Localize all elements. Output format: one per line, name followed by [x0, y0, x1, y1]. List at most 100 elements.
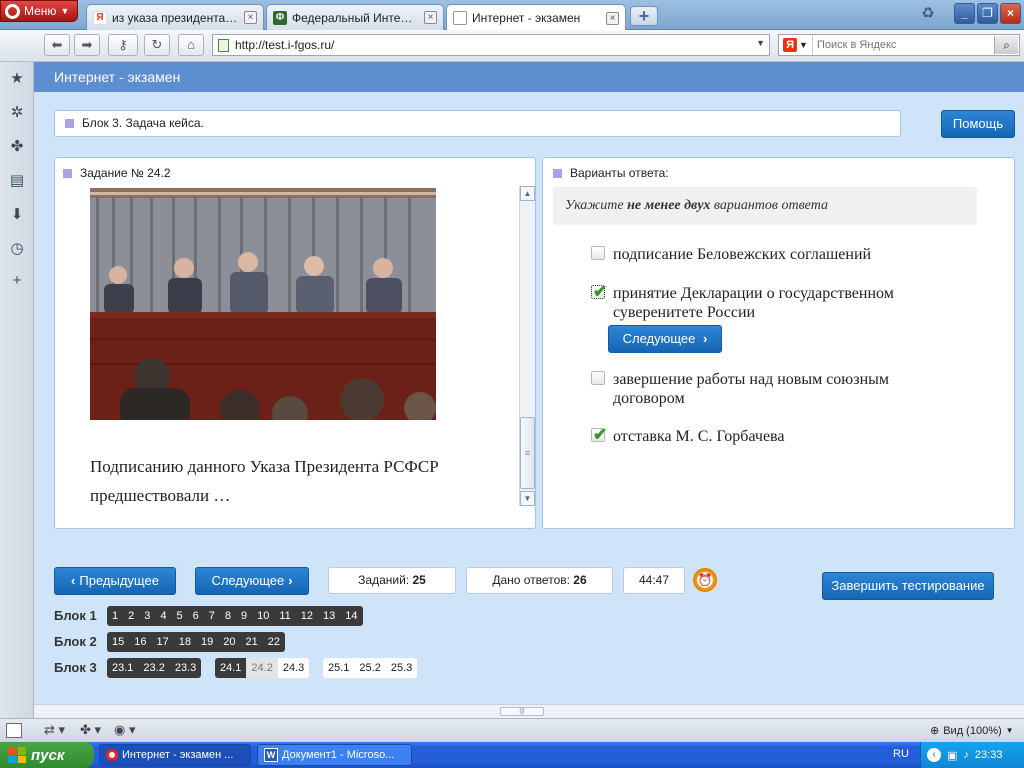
- task-chip-13[interactable]: 13: [318, 606, 341, 626]
- task-chip-24-2-current[interactable]: 24.2: [246, 658, 278, 678]
- reload-button[interactable]: ↻: [144, 34, 170, 56]
- notes-icon[interactable]: ▤: [8, 172, 26, 190]
- task-chip-3[interactable]: 3: [139, 606, 156, 626]
- task-chip-23-2[interactable]: 23.2: [138, 658, 170, 678]
- browser-tab-2[interactable]: Ф Федеральный Интерне... ×: [266, 4, 444, 30]
- windows-logo-icon: [8, 747, 26, 763]
- task-chip-1[interactable]: 1: [107, 606, 124, 626]
- task-chip-7[interactable]: 7: [203, 606, 220, 626]
- search-engine-selector[interactable]: Я ▼: [779, 35, 813, 55]
- turbo-icon[interactable]: ◉ ▾: [114, 722, 135, 738]
- forward-button[interactable]: ➡: [74, 34, 100, 56]
- answer-option-2[interactable]: ✔ принятие Декларации о государственном …: [591, 283, 921, 322]
- sync-icon[interactable]: ⇄ ▾: [44, 722, 65, 738]
- scroll-thumb[interactable]: |||: [500, 707, 544, 716]
- answer-option-3[interactable]: завершение работы над новым союзным дого…: [591, 370, 921, 408]
- answer-option-4[interactable]: ✔ отставка М. С. Горбачева: [591, 426, 921, 446]
- home-button[interactable]: ⌂: [178, 34, 204, 56]
- photo-illustration: [90, 188, 436, 420]
- browser-tab-1[interactable]: Я из указа президента р... ×: [86, 4, 264, 30]
- task-chip-24-3[interactable]: 24.3: [277, 658, 310, 678]
- volume-icon[interactable]: ♪: [963, 749, 969, 761]
- finish-test-button[interactable]: Завершить тестирование: [822, 572, 994, 600]
- url-field[interactable]: http://test.i-fgos.ru/ ▼: [212, 34, 770, 56]
- task-chip-18[interactable]: 18: [173, 632, 196, 652]
- next-button[interactable]: Следующее ›: [195, 567, 309, 595]
- new-tab-button[interactable]: +: [630, 6, 658, 26]
- alarm-clock-icon: ⏰: [693, 568, 717, 592]
- help-button[interactable]: Помощь: [941, 110, 1015, 138]
- answer-option-1[interactable]: подписание Беловежских соглашений: [591, 245, 921, 264]
- scroll-down-icon[interactable]: ▼: [520, 491, 535, 506]
- downloads-icon[interactable]: ⬇: [8, 206, 26, 224]
- search-icon[interactable]: ⌕: [994, 36, 1018, 54]
- task-chip-14[interactable]: 14: [340, 606, 363, 626]
- zoom-control[interactable]: ⊕ Вид (100%) ▼: [930, 724, 1014, 738]
- taskbar-task-word[interactable]: W Документ1 - Microso...: [257, 744, 412, 766]
- task-chip-25-3[interactable]: 25.3: [385, 658, 418, 678]
- answer-checkbox[interactable]: [591, 371, 605, 385]
- question-text: Подписанию данного Указа Президента РСФС…: [90, 457, 439, 505]
- task-chip-17[interactable]: 17: [151, 632, 174, 652]
- task-chip-9[interactable]: 9: [236, 606, 253, 626]
- task-chip-19[interactable]: 19: [196, 632, 219, 652]
- bookmarks-icon[interactable]: ★: [8, 70, 26, 88]
- start-button[interactable]: пуск: [0, 742, 94, 768]
- close-tab-icon[interactable]: ×: [606, 11, 619, 25]
- task-chip-16[interactable]: 16: [129, 632, 152, 652]
- unite-icon[interactable]: ✤ ▾: [80, 722, 101, 738]
- previous-button[interactable]: ‹ Предыдущее: [54, 567, 176, 595]
- back-button[interactable]: ⬅: [44, 34, 70, 56]
- add-panel-icon[interactable]: +: [8, 272, 26, 290]
- minimize-button[interactable]: _: [954, 3, 975, 24]
- task-chip-24-1[interactable]: 24.1: [215, 658, 247, 678]
- task-chip-6[interactable]: 6: [187, 606, 204, 626]
- close-window-button[interactable]: ×: [1000, 3, 1021, 24]
- key-icon[interactable]: ⚷: [108, 34, 138, 56]
- task-chip-25-1[interactable]: 25.1: [323, 658, 355, 678]
- history-icon[interactable]: ◷: [8, 240, 26, 258]
- next-question-inline-button[interactable]: Следующее ›: [608, 325, 722, 353]
- task-chip-15[interactable]: 15: [107, 632, 130, 652]
- language-indicator[interactable]: RU: [893, 748, 909, 760]
- chevron-down-icon[interactable]: ▼: [756, 38, 765, 48]
- trash-icon[interactable]: ♻: [918, 4, 938, 26]
- task-title-row: Задание № 24.2: [63, 166, 171, 180]
- task-chip-25-2[interactable]: 25.2: [354, 658, 386, 678]
- task-chip-5[interactable]: 5: [171, 606, 188, 626]
- button-label: Следующее: [211, 573, 285, 588]
- search-input[interactable]: [813, 39, 983, 51]
- task-chip-23-3[interactable]: 23.3: [169, 658, 202, 678]
- site-favicon-icon: Ф: [273, 10, 287, 25]
- task-chip-20[interactable]: 20: [218, 632, 241, 652]
- answer-checkbox[interactable]: ✔: [591, 426, 607, 444]
- tray-arrow-icon[interactable]: ‹: [927, 748, 941, 762]
- answer-checkbox[interactable]: [591, 246, 605, 260]
- opera-menu-button[interactable]: Меню ▼: [0, 0, 78, 22]
- panel-toggle-icon[interactable]: [6, 723, 22, 738]
- task-chip-2[interactable]: 2: [123, 606, 140, 626]
- task-chip-12[interactable]: 12: [295, 606, 319, 626]
- browser-tab-3-active[interactable]: Интернет - экзамен ×: [446, 4, 626, 31]
- task-chip-8[interactable]: 8: [219, 606, 236, 626]
- maximize-button[interactable]: ❐: [977, 3, 998, 24]
- task-chip-10[interactable]: 10: [252, 606, 275, 626]
- task-scrollbar[interactable]: ▲ ≡ ▼: [519, 186, 535, 506]
- taskbar-task-opera[interactable]: Интернет - экзамен ...: [99, 744, 251, 766]
- page-horizontal-scrollbar[interactable]: |||: [34, 704, 1024, 718]
- task-chip-11[interactable]: 11: [274, 606, 296, 626]
- close-tab-icon[interactable]: ×: [244, 11, 257, 24]
- timer-value: 44:47: [638, 573, 670, 587]
- task-chip-22[interactable]: 22: [262, 632, 285, 652]
- answer-checkbox[interactable]: ✔: [591, 283, 607, 301]
- close-tab-icon[interactable]: ×: [424, 11, 437, 24]
- widgets-icon[interactable]: ✲: [8, 104, 26, 122]
- scroll-thumb[interactable]: ≡: [520, 417, 535, 489]
- task-chip-23-1[interactable]: 23.1: [107, 658, 139, 678]
- task-chip-21[interactable]: 21: [240, 632, 263, 652]
- network-icon[interactable]: ▣: [947, 749, 957, 762]
- unite-icon[interactable]: ✤: [8, 138, 26, 156]
- task-chip-4[interactable]: 4: [155, 606, 172, 626]
- task-panel: Задание № 24.2 Подписанию данного Указа …: [54, 157, 536, 529]
- scroll-up-icon[interactable]: ▲: [520, 186, 535, 201]
